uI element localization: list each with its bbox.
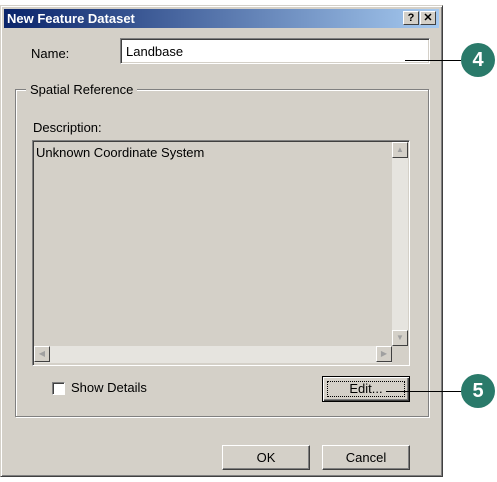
show-details-checkbox[interactable] <box>52 382 65 395</box>
cancel-button[interactable]: Cancel <box>322 445 410 470</box>
title-bar: New Feature Dataset ? ✕ <box>4 9 439 28</box>
help-button[interactable]: ? <box>403 11 419 25</box>
scroll-right-icon[interactable]: ▶ <box>376 346 392 362</box>
callout-line-5 <box>386 391 462 392</box>
callout-step-4: 4 <box>461 43 495 77</box>
callout-step-5: 5 <box>461 374 495 408</box>
name-input[interactable] <box>120 38 430 64</box>
description-text: Unknown Coordinate System <box>36 145 205 160</box>
scroll-down-icon[interactable]: ▼ <box>392 330 408 346</box>
close-button[interactable]: ✕ <box>420 11 436 25</box>
callout-line-4 <box>405 60 461 61</box>
edit-button[interactable]: Edit... <box>322 376 410 402</box>
description-textbox[interactable] <box>32 140 410 366</box>
scroll-up-icon[interactable]: ▲ <box>392 142 408 158</box>
show-details-label[interactable]: Show Details <box>71 380 147 396</box>
vertical-scrollbar[interactable]: ▲ ▼ <box>392 142 408 346</box>
edit-focus-rect <box>327 381 405 397</box>
name-label: Name: <box>31 46 70 61</box>
description-label: Description: <box>33 120 102 135</box>
ok-button[interactable]: OK <box>222 445 310 470</box>
spatial-reference-group-label: Spatial Reference <box>26 82 138 98</box>
horizontal-scrollbar[interactable]: ◀ ▶ <box>34 346 392 363</box>
dialog-title: New Feature Dataset <box>7 11 135 26</box>
scroll-left-icon[interactable]: ◀ <box>34 346 50 362</box>
